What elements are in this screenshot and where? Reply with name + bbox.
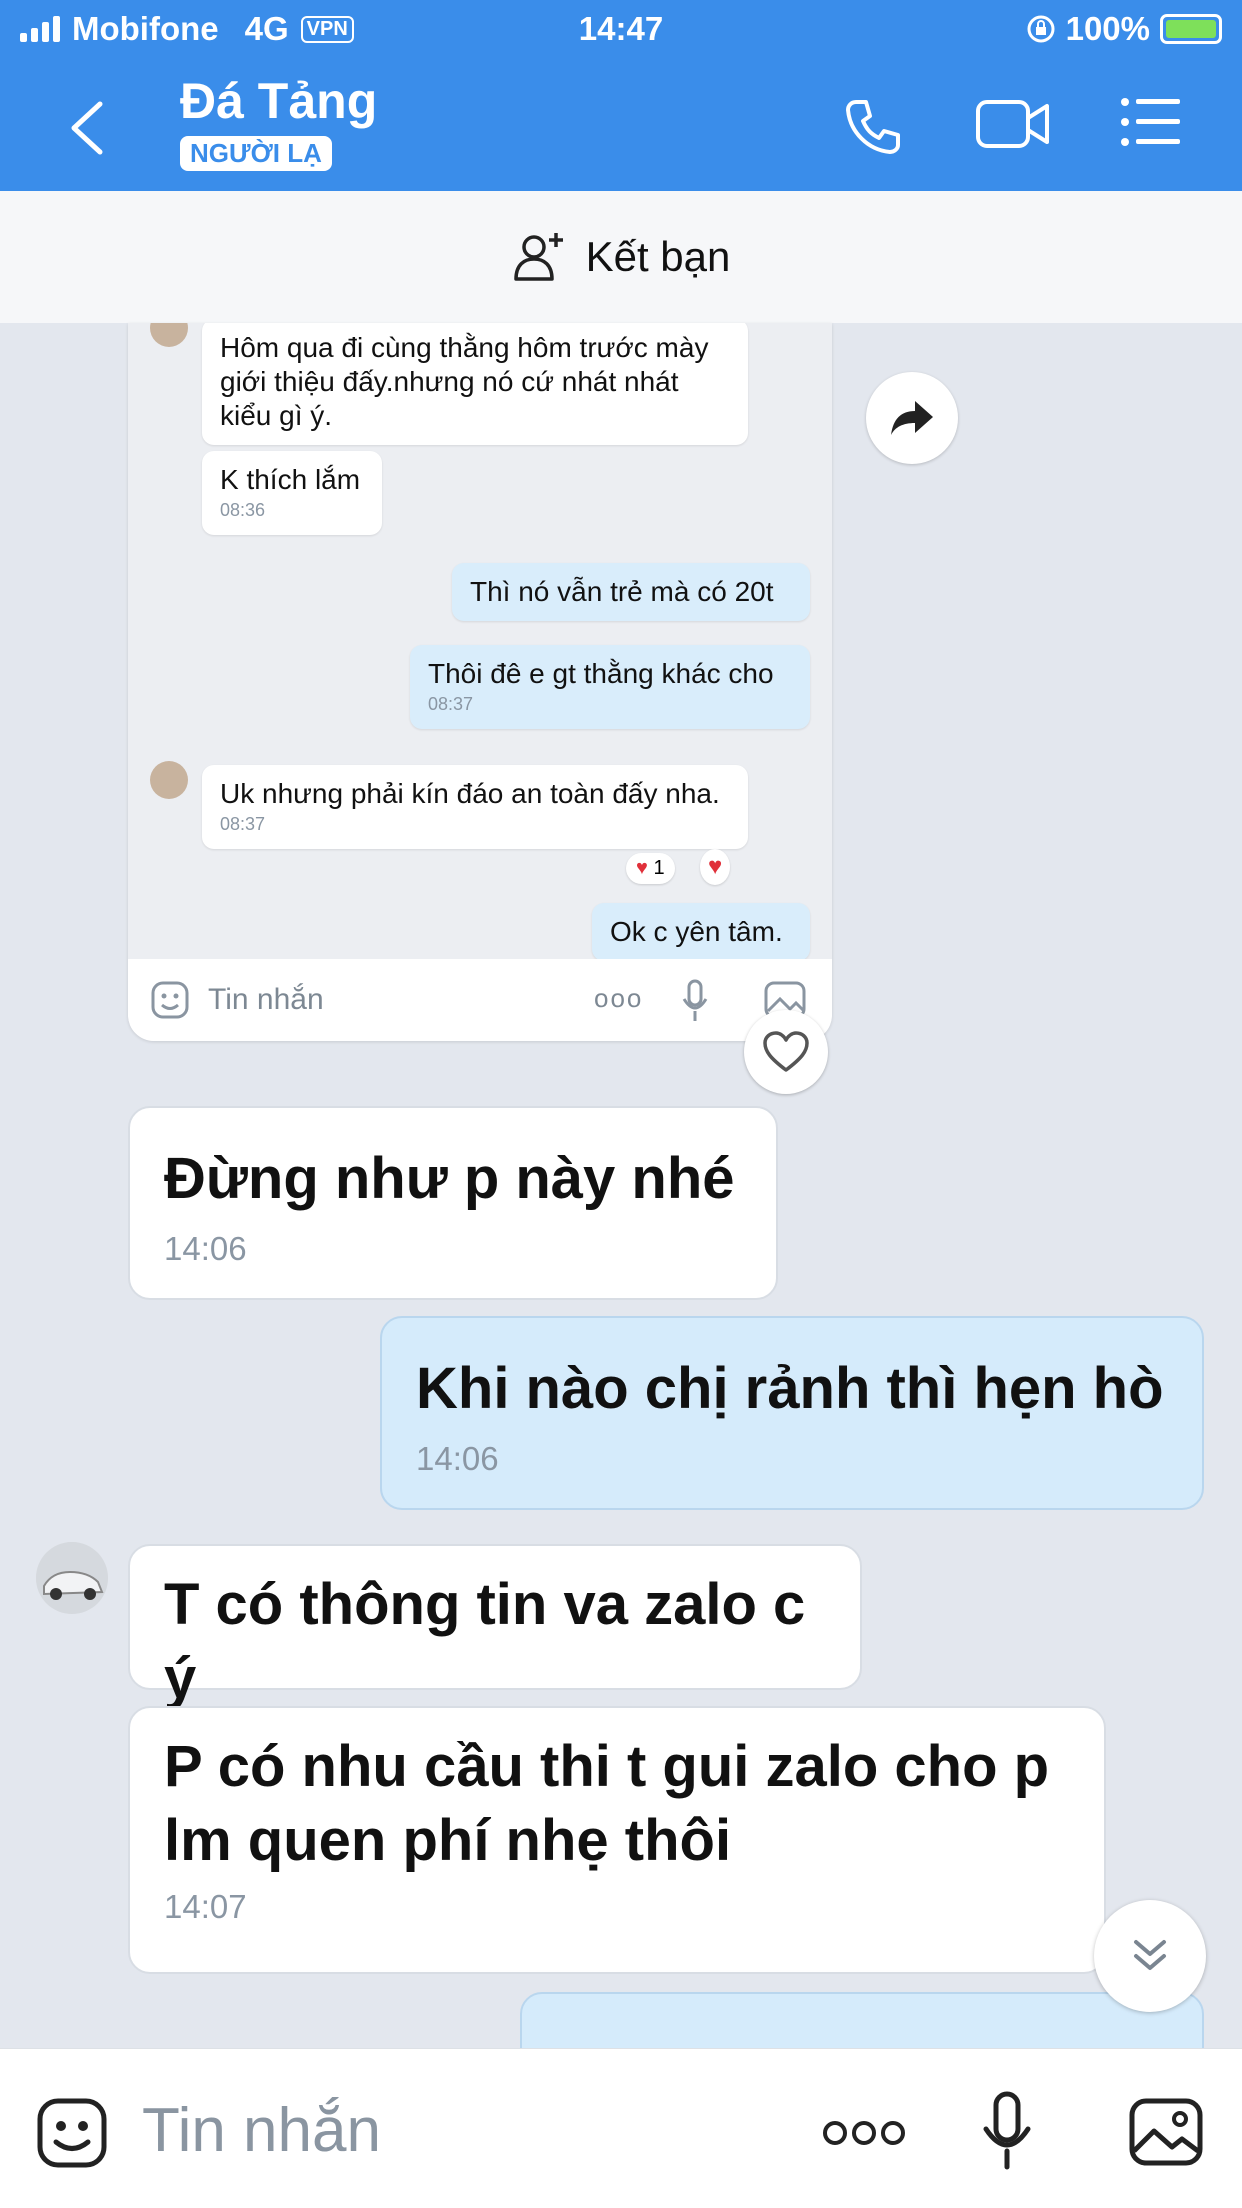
heart-outline-icon bbox=[763, 1031, 809, 1072]
mini-input-placeholder: Tin nhắn bbox=[208, 983, 324, 1016]
chevron-left-icon[interactable] bbox=[68, 100, 104, 156]
add-user-icon bbox=[513, 233, 563, 281]
message-bubble[interactable]: P có nhu cầu thi t gui zalo cho p lm que… bbox=[128, 1706, 1106, 1974]
emoji-icon bbox=[151, 981, 189, 1019]
forward-arrow-icon bbox=[891, 401, 933, 435]
message-text: T có thông tin va zalo c ý bbox=[164, 1572, 806, 1711]
microphone-icon[interactable] bbox=[982, 2091, 1032, 2171]
message-input[interactable]: Tin nhắn bbox=[142, 2095, 381, 2166]
shared-screenshot[interactable]: Hôm qua đi cùng thằng hôm trước mày giới… bbox=[128, 323, 832, 1041]
add-friend-label: Kết bạn bbox=[585, 233, 731, 280]
message-time: 14:07 bbox=[164, 1888, 247, 1925]
mini-message: Thôi đê e gt thằng khác cho 08:37 bbox=[410, 645, 810, 729]
battery-percent: 100% bbox=[1065, 10, 1150, 47]
mini-message: Ok c yên tâm. bbox=[592, 903, 810, 961]
mini-message: K thích lắm 08:36 bbox=[202, 451, 382, 535]
add-friend-bar[interactable]: Kết bạn bbox=[0, 191, 1242, 323]
avatar[interactable] bbox=[36, 1542, 108, 1614]
message-time: 14:06 bbox=[164, 1230, 247, 1267]
mini-message: Thì nó vẫn trẻ mà có 20t bbox=[452, 563, 810, 621]
stranger-badge: NGƯỜI LẠ bbox=[180, 136, 332, 171]
image-icon[interactable] bbox=[1128, 2097, 1204, 2167]
message-composer: Tin nhắn bbox=[0, 2048, 1242, 2208]
reaction-summary: ♥ 1 bbox=[626, 853, 675, 884]
more-dots-icon[interactable] bbox=[822, 2119, 906, 2147]
video-camera-icon[interactable] bbox=[975, 96, 1051, 152]
rotation-lock-icon bbox=[1027, 15, 1055, 43]
emoji-icon[interactable] bbox=[36, 2097, 108, 2169]
mini-message: Hôm qua đi cùng thằng hôm trước mày giới… bbox=[202, 323, 748, 445]
mini-avatar bbox=[150, 761, 188, 799]
heart-icon: ♥ bbox=[700, 849, 731, 885]
message-bubble[interactable]: Khi nào chị rảnh thì hẹn hò 14:06 bbox=[380, 1316, 1204, 1510]
message-time: 14:06 bbox=[416, 1440, 499, 1477]
message-text: Khi nào chị rảnh thì hẹn hò bbox=[416, 1356, 1164, 1421]
clock: 14:47 bbox=[578, 10, 664, 47]
share-button[interactable] bbox=[866, 372, 958, 464]
phone-icon[interactable] bbox=[842, 96, 904, 158]
message-bubble[interactable]: Đừng như p này nhé 14:06 bbox=[128, 1106, 778, 1300]
microphone-icon bbox=[682, 979, 708, 1021]
more-dots-icon: ooo bbox=[594, 983, 644, 1013]
double-chevron-down-icon bbox=[1134, 1940, 1166, 1970]
mini-message: Uk nhưng phải kín đáo an toàn đấy nha. 0… bbox=[202, 765, 748, 849]
message-text: P có nhu cầu thi t gui zalo cho p lm que… bbox=[164, 1734, 1050, 1873]
scroll-to-bottom-button[interactable] bbox=[1094, 1900, 1206, 2012]
chat-header: Mobifone 4G VPN 14:47 100% Đá Tảng NGƯỜI… bbox=[0, 0, 1242, 191]
battery-icon bbox=[1160, 14, 1222, 44]
contact-name[interactable]: Đá Tảng bbox=[180, 72, 377, 130]
message-bubble[interactable]: T có thông tin va zalo c ý bbox=[128, 1544, 862, 1711]
mini-input-bar: Tin nhắn ooo bbox=[128, 959, 832, 1041]
message-text: Đừng như p này nhé bbox=[164, 1146, 735, 1211]
status-bar: Mobifone 4G VPN 14:47 100% bbox=[0, 10, 1242, 54]
mini-avatar bbox=[150, 323, 188, 347]
like-button[interactable] bbox=[744, 1010, 828, 1094]
list-menu-icon[interactable] bbox=[1120, 96, 1182, 148]
